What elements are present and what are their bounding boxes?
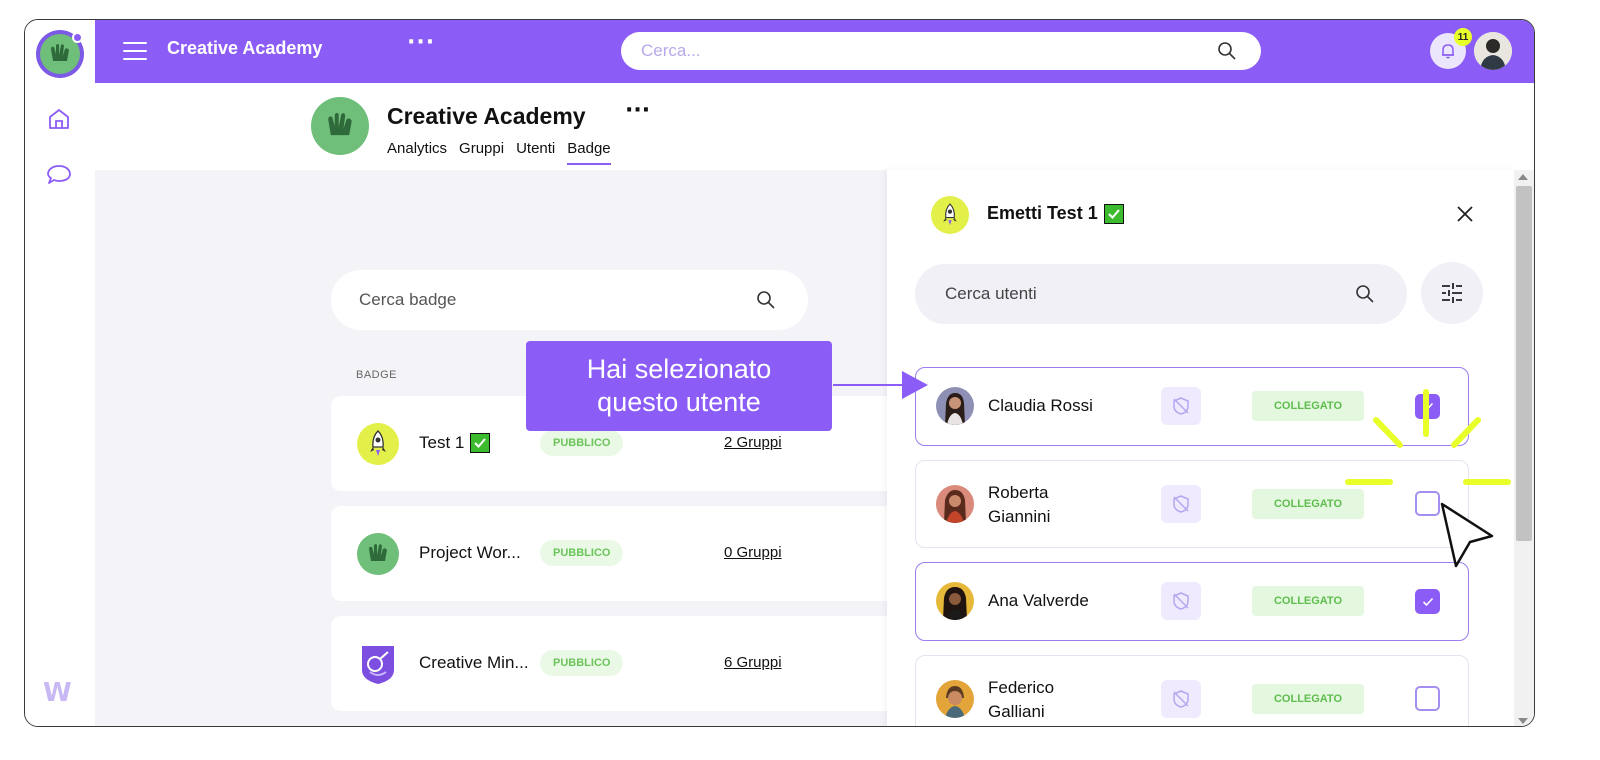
user-select-checkbox[interactable] [1415,491,1440,516]
org-header: Creative Academy ··· Analytics Gruppi Ut… [95,83,1534,170]
badge-name-text: Project Wor... [419,543,521,562]
shield-off-icon [1161,387,1201,425]
user-name: Claudia Rossi [988,396,1093,415]
user-row[interactable]: Federico Galliani COLLEGATO [915,655,1469,726]
user-select-checkbox[interactable] [1415,394,1440,419]
scroll-thumb[interactable] [1516,186,1532,541]
visibility-badge: PUBBLICO [540,430,624,456]
shield-off-icon [1161,582,1201,620]
tab-badge[interactable]: Badge [567,140,611,165]
groups-link[interactable]: 2 Gruppi [724,434,782,451]
more-options-icon[interactable]: ··· [407,30,435,55]
rocket-icon [357,423,399,465]
user-select-checkbox[interactable] [1415,686,1440,711]
tab-gruppi[interactable]: Gruppi [459,140,504,165]
app-title[interactable]: Creative Academy [167,38,322,59]
global-search[interactable] [621,32,1261,70]
menu-icon[interactable] [123,40,147,62]
user-search-input[interactable] [945,264,1335,324]
badge-name: Project Wor... [419,543,521,563]
search-icon[interactable] [1217,41,1237,65]
shield-badge-icon [357,643,399,685]
scroll-down-arrow-icon[interactable] [1518,718,1528,724]
filter-button[interactable] [1421,262,1483,324]
search-icon[interactable] [756,290,776,314]
status-badge: COLLEGATO [1252,586,1364,616]
user-name: Roberta Giannini [988,483,1051,526]
shield-off-icon [1161,680,1201,718]
tab-analytics[interactable]: Analytics [387,140,447,165]
user-select-checkbox[interactable] [1415,589,1440,614]
user-avatar[interactable] [1474,32,1512,70]
badge-row[interactable]: Project Wor... PUBBLICO 0 Gruppi [331,506,931,601]
badge-column-header: BADGE [356,369,398,381]
user-name: Ana Valverde [988,591,1089,610]
badge-name: Creative Min... [419,653,529,673]
user-name: Federico Galliani [988,678,1055,721]
badge-name-text: Test 1 [419,433,465,452]
user-search[interactable] [915,264,1407,324]
w-brand-icon: W [43,678,72,708]
tutorial-callout: Hai selezionato questo utente [526,341,832,431]
avatar [936,680,974,718]
tab-utenti[interactable]: Utenti [516,140,555,165]
avatar [936,485,974,523]
org-logo [311,97,369,155]
badge-name-text: Creative Min... [419,653,529,672]
notification-count-badge: 11 [1454,28,1472,46]
visibility-badge: PUBBLICO [540,540,624,566]
check-mark-icon [1103,203,1124,224]
home-icon[interactable] [44,104,74,134]
global-search-input[interactable] [641,32,1201,70]
avatar [936,582,974,620]
status-badge: COLLEGATO [1252,684,1364,714]
avatar [936,387,974,425]
hands-icon [357,533,399,575]
bell-icon [1442,44,1454,59]
status-dot [72,32,83,43]
panel-scrollbar[interactable] [1514,170,1534,726]
org-title: Creative Academy [387,103,586,129]
status-badge: COLLEGATO [1252,489,1364,519]
org-switcher-logo[interactable] [36,30,84,78]
filter-sliders-icon [1442,283,1462,303]
callout-line-2: questo utente [597,387,761,417]
badge-search[interactable] [331,270,808,330]
shield-off-icon [1161,485,1201,523]
groups-link[interactable]: 6 Gruppi [724,654,782,671]
rocket-icon [931,196,969,234]
close-icon[interactable] [1453,202,1477,226]
scroll-up-arrow-icon[interactable] [1518,174,1528,180]
badge-name: Test 1 [419,433,491,453]
org-tabs: Analytics Gruppi Utenti Badge [387,140,623,165]
status-badge: COLLEGATO [1252,391,1364,421]
groups-link[interactable]: 0 Gruppi [724,544,782,561]
panel-title: Emetti Test 1 [987,203,1124,224]
top-bar: Creative Academy ··· 11 [95,20,1534,83]
user-row[interactable]: Roberta Giannini COLLEGATO [915,460,1469,548]
badge-search-input[interactable] [359,270,739,330]
user-row[interactable]: Ana Valverde COLLEGATO [915,562,1469,641]
chat-icon[interactable] [44,160,74,190]
search-icon[interactable] [1355,284,1375,308]
issue-badge-panel: Emetti Test 1 Claudia Rossi C [887,170,1514,726]
badge-row[interactable]: Creative Min... PUBBLICO 6 Gruppi [331,616,931,711]
check-mark-icon [470,433,491,453]
left-rail: W [25,20,95,726]
notifications-button[interactable]: 11 [1430,28,1472,69]
panel-title-text: Emetti Test 1 [987,203,1098,223]
user-row[interactable]: Claudia Rossi COLLEGATO [915,367,1469,446]
visibility-badge: PUBBLICO [540,650,624,676]
callout-line-1: Hai selezionato [586,354,772,384]
org-more-options-icon[interactable]: ··· [625,98,650,123]
